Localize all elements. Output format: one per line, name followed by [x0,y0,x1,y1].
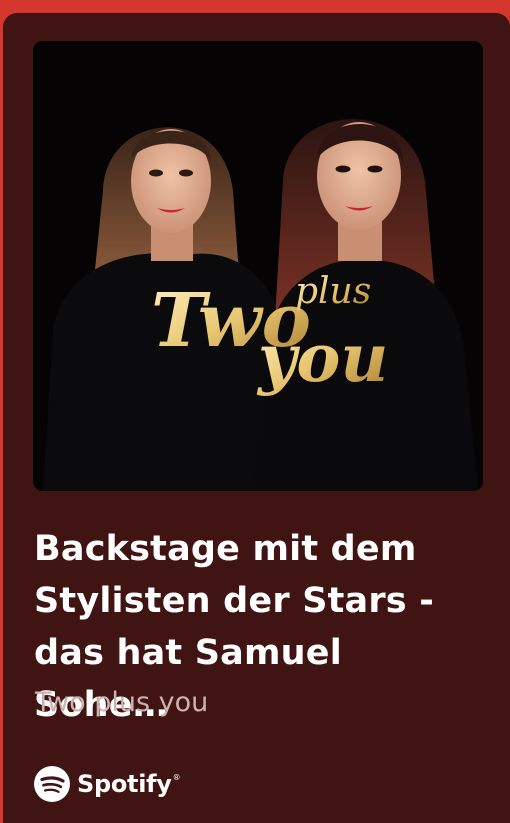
spotify-logo-icon [34,766,70,802]
logo-word-you: you [256,319,388,397]
trademark-symbol: ® [172,773,181,782]
cover-illustration: Two plus you [33,41,483,491]
logo-word-plus: plus [295,271,371,312]
show-name[interactable]: Two plus you [35,685,208,721]
spotify-brand[interactable]: Spotify ® [34,765,181,803]
podcast-episode-card[interactable]: Two plus you Backstage mit dem Stylisten… [3,13,510,823]
brand-name: Spotify [77,770,172,798]
podcast-cover-art[interactable]: Two plus you [33,41,483,491]
